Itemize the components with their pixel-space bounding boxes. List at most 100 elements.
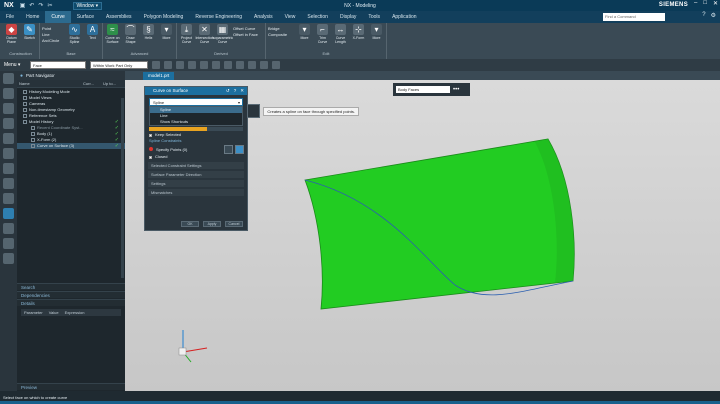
roles-icon[interactable] — [3, 253, 14, 264]
expand-toggle-icon[interactable] — [31, 138, 35, 142]
snap-icon[interactable] — [164, 61, 172, 69]
helix-button[interactable]: § Helix — [141, 24, 156, 40]
trim-curve-button[interactable]: ⌐ Trim Curve — [315, 24, 330, 44]
more-advanced-button[interactable]: ▾ More — [159, 24, 174, 40]
settings-icon[interactable]: ⚙ — [711, 12, 716, 19]
hd3d-icon[interactable] — [3, 148, 14, 159]
col-current[interactable]: Curr... — [81, 81, 101, 86]
sketch-button[interactable]: ✎ Sketch — [22, 24, 37, 40]
snap-icon[interactable] — [152, 61, 160, 69]
minimize-icon[interactable]: – — [694, 0, 697, 7]
expand-toggle-icon[interactable] — [23, 90, 27, 94]
offset-in-face-item[interactable]: Offset in Face — [233, 32, 263, 37]
assembly-navigator-icon[interactable] — [3, 88, 14, 99]
navigator-tree-row[interactable]: Curve on Surface (3) ✓ — [17, 143, 125, 149]
apply-button[interactable]: Apply — [203, 221, 221, 227]
project-curve-button[interactable]: ⤓ Project Curve — [179, 24, 194, 44]
document-tab[interactable]: model1.prt — [143, 72, 175, 80]
web-browser-icon[interactable] — [3, 163, 14, 174]
draw-shape-button[interactable]: ⌒ Draw Shape — [123, 24, 138, 44]
clock-icon[interactable] — [3, 223, 14, 234]
text-button[interactable]: A Text — [85, 24, 100, 40]
expand-toggle-icon[interactable] — [31, 144, 35, 148]
navigator-scrollbar[interactable] — [121, 98, 124, 278]
show-hide-icon[interactable] — [248, 61, 256, 69]
type-dropdown[interactable]: Spline ▾ — [149, 98, 243, 106]
closed-row[interactable]: Closed — [145, 154, 247, 160]
tab-surface[interactable]: Surface — [71, 11, 100, 23]
part-navigator-icon[interactable] — [3, 118, 14, 129]
layer-icon[interactable] — [224, 61, 232, 69]
ok-button[interactable]: OK — [181, 221, 199, 227]
keep-selected-checkbox[interactable] — [149, 133, 152, 137]
datum-plane-button[interactable]: ◆ Datum Plane — [4, 24, 19, 44]
tab-file[interactable]: File — [0, 11, 20, 23]
more-options-icon[interactable]: ••• — [453, 87, 459, 93]
more-derived-button[interactable]: ▾ More — [297, 24, 312, 40]
mismatches-section[interactable]: Mismatches — [148, 189, 244, 196]
view-icon[interactable] — [212, 61, 220, 69]
expand-toggle-icon[interactable] — [31, 126, 35, 130]
body-faces-dropdown[interactable]: Body Faces — [396, 86, 450, 93]
tab-reverse-engineering[interactable]: Reverse Engineering — [189, 11, 248, 23]
tab-tools[interactable]: Tools — [362, 11, 386, 23]
hide-icon[interactable] — [260, 61, 268, 69]
curve-length-button[interactable]: ↔ Curve Length — [333, 24, 348, 44]
palette-icon[interactable] — [3, 238, 14, 249]
col-name[interactable]: Name — [17, 81, 81, 86]
menu-button[interactable]: Menu ▾ — [4, 62, 26, 68]
tab-view[interactable]: View — [279, 11, 302, 23]
specify-points-row[interactable]: Specify Points (0) — [145, 144, 247, 154]
x-form-button[interactable]: ⊹ X-Form — [351, 24, 366, 40]
render-icon[interactable] — [236, 61, 244, 69]
surface-parameter-direction-section[interactable]: Surface Parameter Direction — [148, 171, 244, 178]
tab-analysis[interactable]: Analysis — [248, 11, 279, 23]
preview-panel[interactable]: Preview — [17, 383, 125, 390]
help-icon[interactable]: ? — [234, 87, 237, 95]
system-materials-icon[interactable] — [3, 193, 14, 204]
globe-icon[interactable] — [3, 208, 14, 219]
point-dialog-icon[interactable] — [224, 144, 233, 154]
pin-icon[interactable]: ● — [20, 73, 23, 79]
studio-spline-button[interactable]: ∿ Studio Spline — [67, 24, 82, 44]
reuse-library-icon[interactable] — [3, 133, 14, 144]
more-edit-button[interactable]: ▾ More — [369, 24, 384, 40]
settings-section[interactable]: Settings — [148, 180, 244, 187]
option-show-shortcuts[interactable]: Show Shortcuts — [150, 119, 242, 125]
expand-toggle-icon[interactable] — [23, 114, 27, 118]
offset-curve-item[interactable]: Offset Curve — [233, 26, 263, 31]
expand-toggle-icon[interactable] — [31, 132, 35, 136]
window-menu[interactable]: Window ▾ — [72, 1, 103, 10]
wcs-icon[interactable] — [272, 61, 280, 69]
cube-icon[interactable] — [188, 61, 196, 69]
command-search-input[interactable]: Find a Command — [603, 13, 665, 21]
help-icon[interactable]: ? — [702, 12, 705, 19]
filter-icon[interactable] — [176, 61, 184, 69]
add-point-icon[interactable] — [235, 144, 244, 154]
composite-item[interactable]: Composite — [268, 32, 294, 37]
type-filter-dropdown[interactable]: Face — [30, 61, 86, 69]
cut-icon[interactable]: ✂ — [47, 2, 52, 9]
expand-toggle-icon[interactable] — [23, 102, 27, 106]
selection-scope-dropdown[interactable]: Within Work Part Only — [90, 61, 148, 69]
tab-selection[interactable]: Selection — [301, 11, 334, 23]
expand-toggle-icon[interactable] — [23, 108, 27, 112]
constraint-navigator-icon[interactable] — [3, 103, 14, 114]
intersection-curve-button[interactable]: ✕ Intersection Curve — [195, 24, 214, 44]
undo-icon[interactable]: ↶ — [29, 2, 34, 9]
tab-assemblies[interactable]: Assemblies — [100, 11, 138, 23]
history-icon[interactable] — [3, 178, 14, 189]
line-item[interactable]: Line — [42, 32, 64, 37]
closed-checkbox[interactable] — [149, 155, 152, 159]
bridge-item[interactable]: Bridge — [268, 26, 294, 31]
expand-toggle-icon[interactable] — [23, 96, 27, 100]
tab-display[interactable]: Display — [334, 11, 362, 23]
curve-on-surface-button[interactable]: ≈ Curve on Surface — [105, 24, 120, 44]
search-panel[interactable]: Search — [17, 283, 125, 290]
selected-constraint-settings-section[interactable]: Selected Constraint Settings — [148, 162, 244, 169]
cancel-button[interactable]: Cancel — [225, 221, 243, 227]
col-up-to[interactable]: Up to... — [101, 81, 118, 86]
close-icon[interactable]: ✕ — [713, 0, 718, 7]
green-surface[interactable] — [304, 138, 575, 310]
isoparametric-curve-button[interactable]: ▦ Isoparametric Curve — [212, 24, 233, 44]
